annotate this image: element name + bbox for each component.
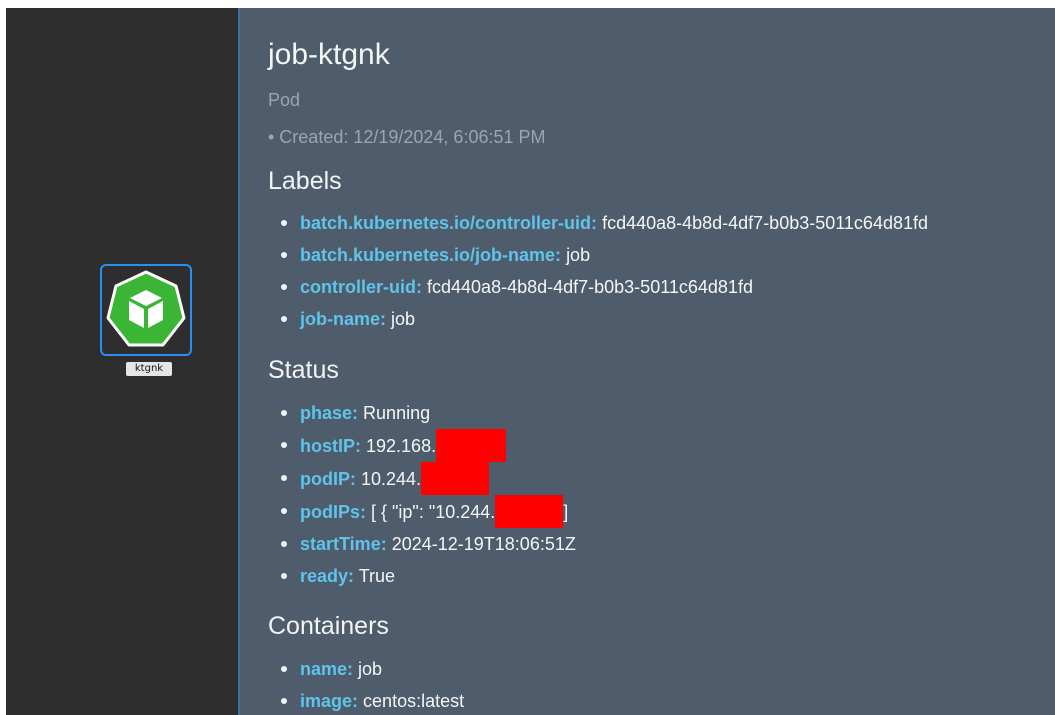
redaction-box (436, 429, 507, 462)
redaction-box (421, 462, 490, 495)
status-key: podIP: (300, 469, 356, 489)
pod-node[interactable] (100, 264, 192, 356)
window: ktgnk job-ktgnk Pod • Created: 12/19/202… (0, 0, 1055, 715)
status-key: ready: (300, 566, 355, 586)
ready-value: True (358, 566, 396, 586)
list-item: ready: True (281, 560, 576, 592)
list-item: phase: Running (281, 397, 576, 429)
status-heading: Status (268, 356, 339, 384)
labels-heading: Labels (268, 167, 342, 195)
label-key: controller-uid: (300, 277, 422, 297)
list-item: podIP: 10.244. (281, 462, 576, 495)
label-value: job (391, 309, 416, 329)
label-value: fcd440a8-4b8d-4df7-b0b3-5011c64d81fd (427, 277, 753, 297)
pod-ips-value: [ { "ip": "10.244. (371, 502, 496, 522)
list-item: image: centos:latest (280, 685, 465, 715)
resource-kind: Pod (268, 90, 301, 110)
kubernetes-pod-icon (106, 270, 186, 347)
list-item: startTime: 2024-12-19T18:06:51Z (281, 528, 576, 560)
pod-node-label[interactable]: ktgnk (126, 362, 172, 376)
list-item: batch.kubernetes.io/job-name: job (281, 239, 928, 271)
label-key: batch.kubernetes.io/controller-uid: (300, 213, 598, 233)
status-key: hostIP: (300, 436, 361, 456)
status-list: phase: Running hostIP: 192.168. podIP: 1… (268, 397, 576, 592)
host-ip-value: 192.168. (366, 436, 437, 456)
label-value: fcd440a8-4b8d-4df7-b0b3-5011c64d81fd (602, 213, 928, 233)
resource-title: job-ktgnk (268, 38, 390, 71)
label-key: job-name: (300, 309, 387, 329)
details-panel: job-ktgnk Pod • Created: 12/19/2024, 6:0… (238, 8, 1055, 715)
list-item: batch.kubernetes.io/controller-uid: fcd4… (281, 207, 928, 239)
phase-value: Running (363, 403, 431, 423)
container-key: name: (300, 659, 354, 679)
created-timestamp: • Created: 12/19/2024, 6:06:51 PM (268, 127, 546, 147)
status-key: startTime: (300, 534, 387, 554)
container-value: centos:latest (363, 691, 465, 711)
containers-heading: Containers (268, 612, 389, 640)
labels-list: batch.kubernetes.io/controller-uid: fcd4… (268, 207, 928, 335)
label-key: batch.kubernetes.io/job-name: (300, 245, 562, 265)
status-key: phase: (300, 403, 359, 423)
container-value: job (358, 659, 383, 679)
list-item: podIPs: [ { "ip": "10.244.] (281, 495, 576, 528)
list-item: controller-uid: fcd440a8-4b8d-4df7-b0b3-… (281, 271, 928, 303)
containers-list: name: job image: centos:latest (268, 653, 464, 715)
label-value: job (566, 245, 591, 265)
container-key: image: (300, 691, 359, 711)
pod-ip-value: 10.244. (361, 469, 422, 489)
list-item: name: job (280, 653, 464, 685)
redaction-box (495, 495, 564, 528)
list-item: hostIP: 192.168. (281, 429, 576, 462)
pod-ips-tail: ] (563, 502, 569, 522)
start-time-value: 2024-12-19T18:06:51Z (391, 534, 576, 554)
list-item: job-name: job (281, 303, 928, 335)
status-key: podIPs: (300, 502, 366, 522)
graph-canvas[interactable] (6, 8, 238, 715)
